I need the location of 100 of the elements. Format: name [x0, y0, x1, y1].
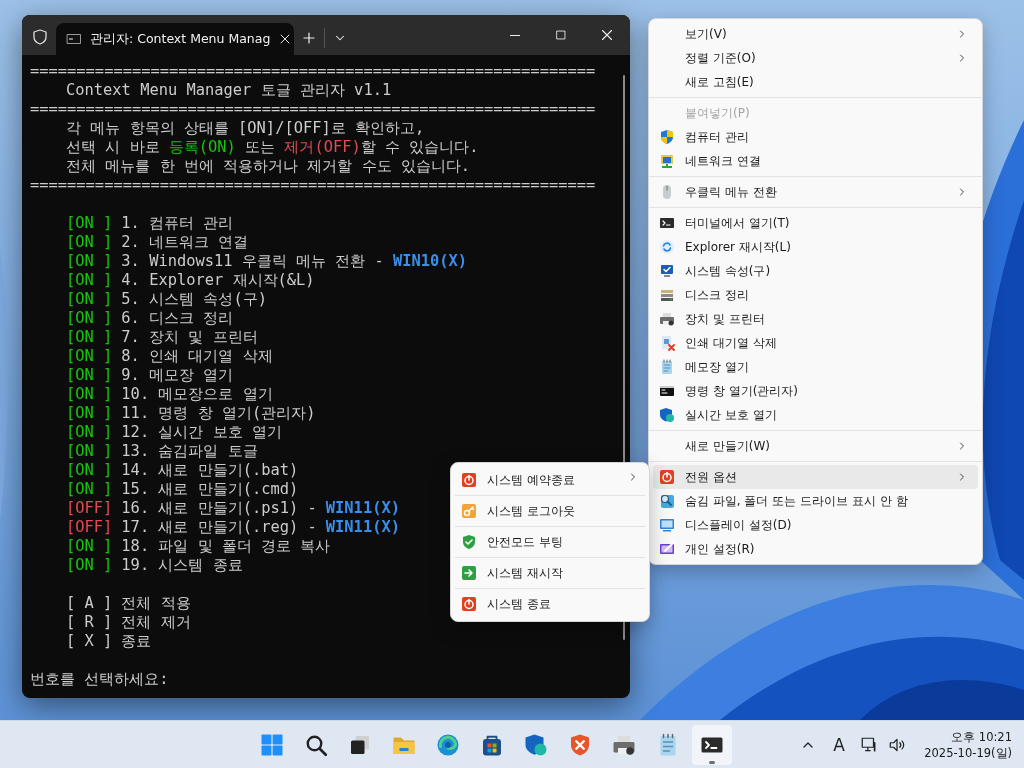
status-label: [ON ]	[66, 556, 113, 574]
option-label: 전체 적용	[121, 594, 191, 612]
menu-item[interactable]: 컴퓨터 관리	[653, 125, 978, 149]
status-label: [OFF]	[66, 499, 113, 517]
status-label: [ON ]	[66, 385, 113, 403]
key-icon	[461, 503, 477, 519]
menu-item[interactable]: 전원 옵션	[653, 465, 978, 489]
menu-item: 붙여넣기(P)	[684, 104, 751, 122]
shield-icon	[659, 407, 675, 423]
brush-icon	[659, 541, 675, 557]
tab-title: 관리자: Context Menu Manag	[90, 30, 271, 48]
option-key: [ X ]	[66, 632, 113, 650]
close-icon	[599, 27, 615, 43]
menu-item[interactable]: 장치 및 프린터	[653, 307, 978, 331]
plus-icon	[301, 30, 317, 46]
status-label: [ON ]	[66, 537, 113, 555]
status-label: [ON ]	[66, 233, 113, 251]
shield-icon	[659, 129, 675, 145]
menu-item[interactable]: 명령 창 열기(관리자)	[653, 379, 978, 403]
menu-item[interactable]: 개인 설정(R)	[653, 537, 978, 561]
minimize-icon	[510, 34, 520, 36]
terminal-icon	[659, 215, 675, 231]
menu-item[interactable]: Explorer 재시작(L)	[653, 235, 978, 259]
input-prompt: 번호를 선택하세요:	[30, 670, 170, 689]
menu-item[interactable]: 시스템 종료	[451, 589, 649, 619]
rule-line: =============================================================	[30, 100, 597, 119]
browser-icon	[436, 732, 460, 757]
menu-item[interactable]: 새로 고침(E)	[653, 70, 978, 94]
status-label: [ON ]	[66, 271, 113, 289]
monitor-check-icon	[659, 263, 675, 279]
rule-line: =============================================================	[30, 176, 597, 195]
status-label: [ON ]	[66, 290, 113, 308]
terminal-tab[interactable]: 관리자: Context Menu Manag	[56, 23, 294, 55]
rule-line: =============================================================	[30, 62, 597, 81]
console-text: 선택 시 바로 등록(ON) 또는 제거(OFF)할 수 있습니다.	[65, 138, 480, 157]
option-key: [ R ]	[66, 613, 113, 631]
network-icon	[659, 153, 675, 169]
magnifier-icon	[659, 493, 675, 509]
printer-icon	[659, 311, 675, 327]
menu-item[interactable]: 디스크 정리	[653, 283, 978, 307]
clock-time: 오후 10:21	[951, 728, 1012, 745]
option-key: [ A ]	[66, 594, 113, 612]
status-label: [ON ]	[66, 480, 113, 498]
power-icon	[461, 472, 477, 488]
taskbar-button[interactable]	[692, 724, 732, 765]
menu-entry: 1. 컴퓨터 관리	[121, 214, 234, 232]
menu-entry: 15. 새로 만들기(.cmd)	[121, 480, 299, 498]
menu-entry: 18. 파일 및 폴더 경로 복사	[121, 537, 331, 555]
power-icon	[461, 596, 477, 612]
menu-entry: 4. Explorer 재시작(&L)	[121, 271, 315, 289]
menu-item[interactable]: 시스템 재시작	[451, 558, 649, 588]
monitor-icon	[659, 517, 675, 533]
power-icon	[659, 469, 675, 485]
status-label: [ON ]	[66, 366, 113, 384]
menu-item[interactable]: 숨김 파일, 폴더 또는 드라이브 표시 안 함	[653, 489, 978, 513]
version-note: WIN11(X)	[325, 499, 400, 517]
shield-icon	[32, 29, 48, 45]
status-label: [ON ]	[66, 347, 113, 365]
console-text: 전체 메뉴를 한 번에 적용하거나 제거할 수도 있습니다.	[65, 157, 472, 176]
menu-item[interactable]: 네트워크 연결	[653, 149, 978, 173]
menu-item[interactable]: 정렬 기준(O)	[653, 46, 978, 70]
menu-entry: 17. 새로 만들기(.reg) -	[121, 518, 317, 536]
print-queue-icon	[659, 335, 675, 351]
menu-item[interactable]: 시스템 예약종료	[451, 465, 649, 495]
menu-entry: 11. 명령 창 열기(관리자)	[121, 404, 316, 422]
status-label: [ON ]	[66, 461, 113, 479]
clock-date: 2025-10-19(일)	[924, 744, 1012, 761]
disk-icon	[659, 287, 675, 303]
menu-entry: 7. 장치 및 프린터	[121, 328, 258, 346]
menu-item[interactable]: 보기(V)	[653, 22, 978, 46]
console-text: Context Menu Manager 토글 관리자 v1.1	[65, 81, 393, 100]
menu-entry: 10. 메모장으로 열기	[121, 385, 273, 403]
menu-entry: 19. 시스템 종료	[121, 556, 243, 574]
version-note: WIN11(X)	[325, 518, 400, 536]
status-label: [OFF]	[66, 518, 113, 536]
menu-entry: 6. 디스크 정리	[121, 309, 234, 327]
menu-item[interactable]: 새로 만들기(W)	[653, 434, 978, 458]
status-label: [ON ]	[66, 328, 113, 346]
menu-item[interactable]: 시스템 속성(구)	[653, 259, 978, 283]
menu-item[interactable]: 시스템 로그아웃	[451, 496, 649, 526]
status-label: [ON ]	[66, 309, 113, 327]
menu-entry: 12. 실시간 보호 열기	[121, 423, 282, 441]
menu-item[interactable]: 메모장 열기	[653, 355, 978, 379]
status-label: [ON ]	[66, 442, 113, 460]
menu-entry: 9. 메모장 열기	[121, 366, 234, 384]
status-label: [ON ]	[66, 423, 113, 441]
menu-item[interactable]: 실시간 보호 열기	[653, 403, 978, 427]
menu-item[interactable]: 인쇄 대기열 삭제	[653, 331, 978, 355]
menu-item[interactable]: 터미널에서 열기(T)	[653, 211, 978, 235]
menu-item[interactable]: 우클릭 메뉴 전환	[653, 180, 978, 204]
input-method-button[interactable]: A	[826, 728, 853, 761]
shield-icon	[524, 732, 548, 757]
menu-entry: 16. 새로 만들기(.ps1) -	[121, 499, 317, 517]
menu-item[interactable]: 안전모드 부팅	[451, 527, 649, 557]
shield-x-icon	[568, 732, 592, 757]
menu-entry: 2. 네트워크 연결	[121, 233, 249, 251]
menu-entry: 5. 시스템 속성(구)	[121, 290, 267, 308]
menu-item[interactable]: 디스플레이 설정(D)	[653, 513, 978, 537]
check-shield-icon	[461, 534, 477, 550]
version-note: WIN10(X)	[392, 252, 467, 270]
